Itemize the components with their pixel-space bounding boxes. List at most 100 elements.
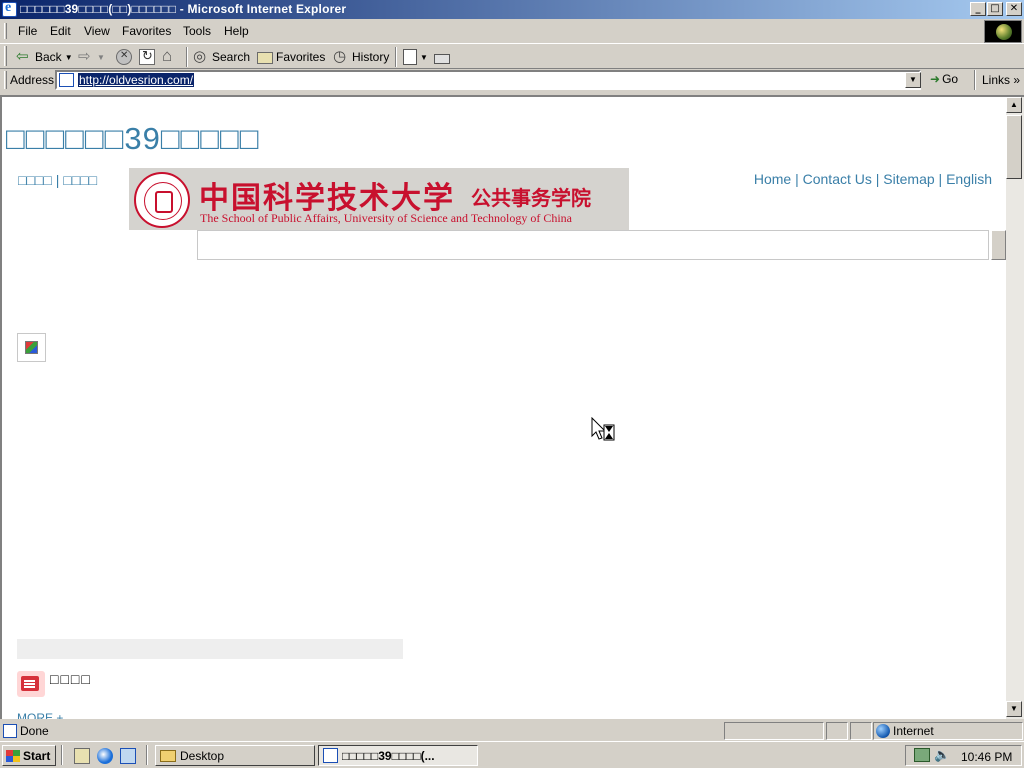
nav-bar-scroll-handle[interactable] [991,230,1006,260]
refresh-icon [139,48,155,65]
left-link-2[interactable]: □□□□ [63,172,97,188]
menu-file[interactable]: File [18,24,37,38]
more-link[interactable]: MORE + [17,711,63,719]
address-separator [974,70,976,90]
back-label: Back [35,50,62,64]
top-nav-links: Home | Contact Us | Sitemap | English [754,171,992,187]
maximize-button[interactable]: □ [987,2,1003,16]
university-seal-icon [134,172,190,228]
menu-edit[interactable]: Edit [50,24,71,38]
chevron-right-icon: » [1013,73,1021,87]
logo-school-name: 公共事务学院 [471,186,591,210]
task-label: Desktop [180,748,225,763]
page-nav-bar[interactable] [197,230,989,260]
menu-grip[interactable] [4,23,7,39]
show-desktop-icon[interactable] [74,748,90,764]
forward-dropdown-icon[interactable]: ▼ [97,53,105,62]
standard-toolbar: Back ▼ ▼ Search Favorites History ▼ [0,43,1024,69]
toolbar-grip[interactable] [4,46,7,66]
menu-favorites[interactable]: Favorites [122,24,171,38]
school-logo-banner[interactable]: 中国科学技术大学 公共事务学院 The School of Public Aff… [129,168,629,230]
volume-icon[interactable]: 🔈 [934,747,950,763]
back-dropdown-icon[interactable]: ▼ [65,53,73,62]
page-viewport[interactable]: □□□□□□39□□□□□ □□□□ | □□□□ 中国科学技术大学 公共事务学… [0,95,1006,719]
vertical-scrollbar[interactable]: ▲ ▼ [1006,95,1024,719]
ie-icon [2,0,17,17]
back-button[interactable]: Back ▼ [16,47,73,66]
news-section-title: □□□□ [50,671,92,687]
scroll-thumb[interactable] [1006,115,1022,179]
menu-view[interactable]: View [84,24,110,38]
address-input[interactable]: http://oldvesrion.com/ [55,70,921,90]
link-separator: | [938,171,947,187]
toolbar-separator [395,47,397,67]
status-panel [826,722,848,740]
edit-dropdown-icon[interactable]: ▼ [420,53,428,62]
close-button[interactable]: ✕ [1006,2,1022,16]
status-panel [724,722,824,740]
left-link-1[interactable]: □□□□ [18,172,52,188]
go-label: Go [942,72,959,86]
back-arrow-icon [16,47,32,65]
search-button[interactable]: Search [193,47,251,66]
toolbar-separator [186,47,188,67]
forward-button[interactable]: ▼ [78,47,105,66]
internet-zone-icon [876,724,890,738]
menu-tools[interactable]: Tools [183,24,211,38]
scroll-down-icon[interactable]: ▼ [1006,701,1022,717]
history-icon [333,47,349,65]
links-button[interactable]: Links » [982,73,1020,87]
windows-logo-icon [6,749,20,762]
status-bar: Done Internet [0,721,1024,741]
history-button[interactable]: History [333,47,389,66]
favorites-icon [257,52,273,64]
address-dropdown-icon[interactable]: ▼ [905,72,921,88]
address-grip[interactable] [4,71,7,89]
forward-arrow-icon [78,47,94,65]
print-icon [434,53,450,64]
page-status-icon [3,724,17,738]
status-text: Done [20,724,49,738]
search-label: Search [212,50,251,64]
home-button[interactable] [162,46,178,66]
minimize-button[interactable]: _ [970,2,986,16]
start-label: Start [23,748,51,763]
edit-page-icon [403,49,417,65]
broken-image-icon [17,333,46,362]
print-button[interactable] [434,48,450,66]
refresh-button[interactable] [139,48,155,66]
scroll-up-icon[interactable]: ▲ [1006,97,1022,113]
start-button[interactable]: Start [2,745,56,766]
links-label: Links [982,73,1011,87]
favorites-label: Favorites [276,50,326,64]
home-icon [162,46,178,66]
logo-english-name: The School of Public Affairs, University… [200,211,572,225]
taskbar-item-browser[interactable]: □□□□□39□□□□(... [318,745,478,766]
nav-home[interactable]: Home [754,171,791,187]
task-label: □□□□□39□□□□(... [342,748,435,763]
internet-explorer-icon[interactable] [97,748,113,764]
nav-contact-us[interactable]: Contact Us [803,171,872,187]
taskbar-item-desktop[interactable]: Desktop [155,745,315,766]
clock[interactable]: 10:46 PM [961,750,1012,764]
edit-button[interactable]: ▼ [403,48,428,66]
network-icon[interactable] [914,748,930,762]
window-title: □□□□□□39□□□□(□□)□□□□□□ - Microsoft Inter… [20,2,347,16]
globe-icon [996,24,1012,40]
stop-button[interactable] [116,48,132,66]
nav-english[interactable]: English [946,171,992,187]
menu-help[interactable]: Help [224,24,249,38]
left-links: □□□□ | □□□□ [18,172,97,188]
nav-sitemap[interactable]: Sitemap [883,171,934,187]
address-label: Address [10,73,55,87]
page-icon [59,73,74,87]
title-bar: □□□□□□39□□□□(□□)□□□□□□ - Microsoft Inter… [0,0,1024,19]
search-icon [193,47,209,65]
favorites-button[interactable]: Favorites [257,48,325,66]
outlook-express-icon[interactable] [120,748,136,764]
taskbar-separator [146,745,148,765]
folder-icon [160,749,176,762]
site-title: □□□□□□39□□□□□ [6,121,260,156]
go-button[interactable]: Go [930,72,958,86]
address-url[interactable]: http://oldvesrion.com/ [78,73,195,87]
